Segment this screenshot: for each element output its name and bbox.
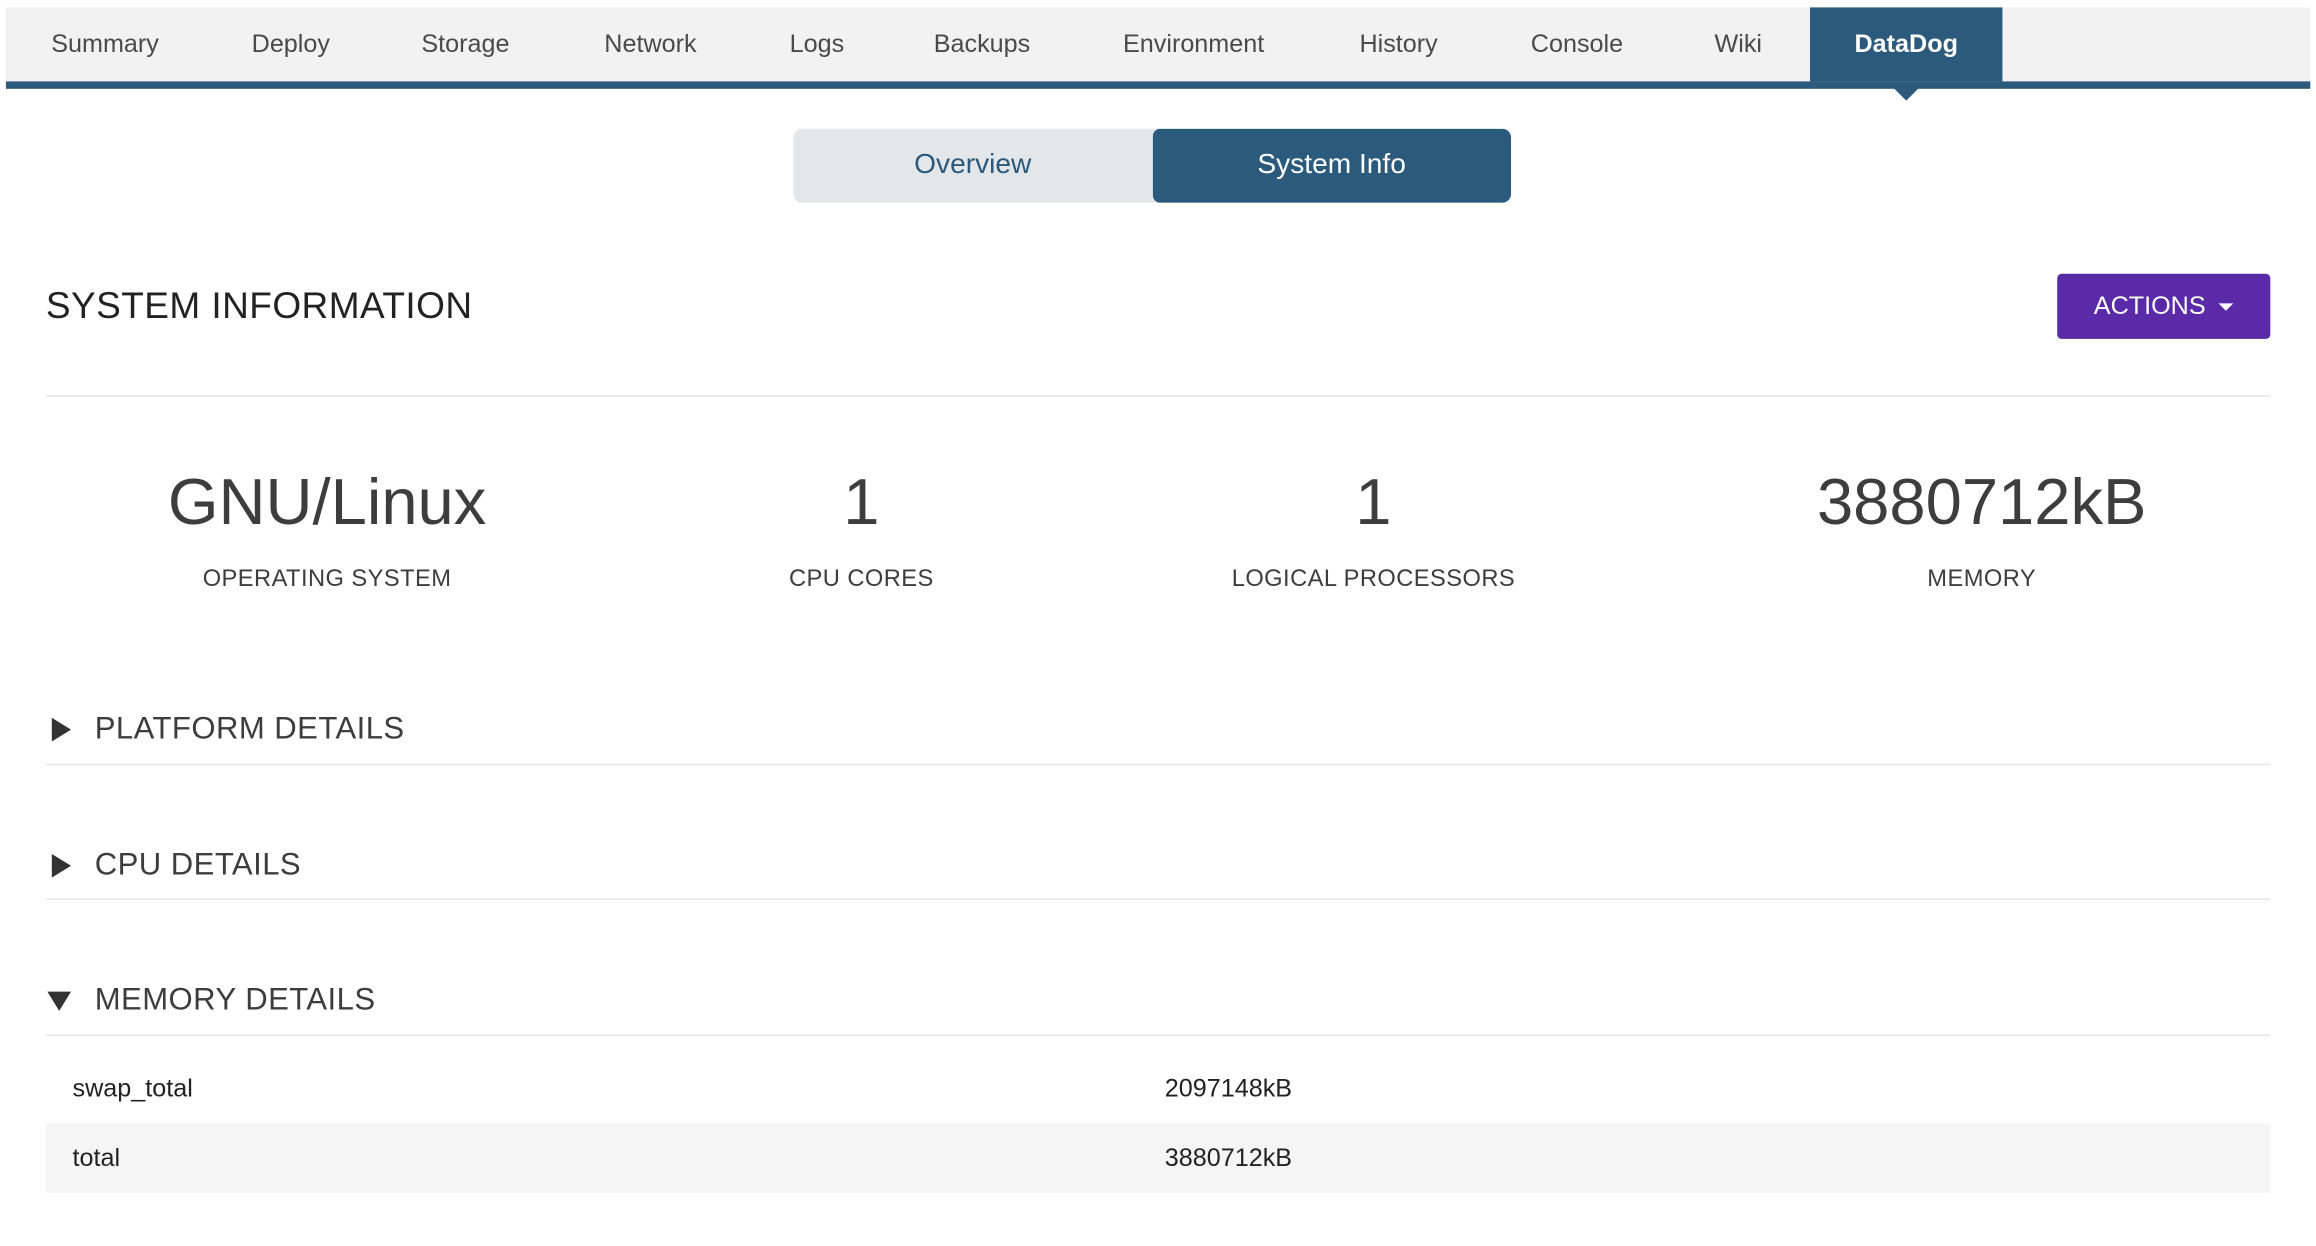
section-memory-details[interactable]: MEMORY DETAILS <box>46 971 2270 1030</box>
memory-details-table: swap_total 2097148kB total 3880712kB <box>45 1054 2271 1193</box>
stat-memory: 3880712kB MEMORY <box>1817 463 2147 593</box>
row-value: 3880712kB <box>1164 1143 1293 1172</box>
stat-label: MEMORY <box>1927 566 2037 592</box>
section-cpu-details[interactable]: CPU DETAILS <box>46 836 2270 895</box>
top-tab-bar: Summary Deploy Storage Network Logs Back… <box>5 7 2311 101</box>
tab-datadog[interactable]: DataDog <box>1810 7 2003 101</box>
stat-value: GNU/Linux <box>167 466 487 539</box>
tab-backups[interactable]: Backups <box>887 7 1078 81</box>
page-title: SYSTEM INFORMATION <box>45 285 473 328</box>
tab-history[interactable]: History <box>1310 7 1488 81</box>
divider <box>45 395 2271 397</box>
tab-environment[interactable]: Environment <box>1077 7 1309 81</box>
page: Summary Deploy Storage Network Logs Back… <box>0 0 2316 1246</box>
divider <box>45 898 2271 900</box>
stat-value: 1 <box>843 466 880 539</box>
row-key: swap_total <box>72 1073 193 1102</box>
stat-cpu-cores: 1 CPU CORES <box>789 463 934 593</box>
caret-down-icon <box>2218 302 2234 311</box>
stat-label: LOGICAL PROCESSORS <box>1231 566 1516 592</box>
section-title: CPU DETAILS <box>94 848 302 883</box>
triangle-right-icon <box>46 852 73 879</box>
stat-operating-system: GNU/Linux OPERATING SYSTEM <box>168 463 486 593</box>
stat-logical-processors: 1 LOGICAL PROCESSORS <box>1232 463 1515 593</box>
section-title: MEMORY DETAILS <box>94 982 376 1017</box>
section-platform-details[interactable]: PLATFORM DETAILS <box>46 700 2270 759</box>
stat-value: 1 <box>1355 466 1392 539</box>
table-row: swap_total 2097148kB <box>46 1054 2270 1124</box>
actions-button-label: ACTIONS <box>2093 291 2206 320</box>
tab-deploy[interactable]: Deploy <box>204 7 377 81</box>
view-switcher: Overview System Info <box>793 128 1512 203</box>
triangle-right-icon <box>46 716 73 743</box>
divider <box>45 763 2271 766</box>
stat-label: OPERATING SYSTEM <box>202 566 452 592</box>
stat-value: 3880712kB <box>1816 466 2147 539</box>
tab-storage[interactable]: Storage <box>377 7 553 81</box>
triangle-down-icon <box>46 987 73 1014</box>
stat-label: CPU CORES <box>788 566 934 592</box>
divider <box>45 1034 2271 1036</box>
row-value: 2097148kB <box>1164 1073 1293 1102</box>
subtab-system-info[interactable]: System Info <box>1152 128 1512 203</box>
tab-logs[interactable]: Logs <box>747 7 886 81</box>
tab-summary[interactable]: Summary <box>6 7 204 81</box>
tab-console[interactable]: Console <box>1487 7 1666 81</box>
tab-network[interactable]: Network <box>554 7 748 81</box>
actions-button[interactable]: ACTIONS <box>2057 273 2271 339</box>
tab-wiki[interactable]: Wiki <box>1666 7 1810 81</box>
table-row: total 3880712kB <box>45 1123 2271 1193</box>
subtab-overview[interactable]: Overview <box>793 129 1152 203</box>
section-title: PLATFORM DETAILS <box>94 711 405 746</box>
row-key: total <box>72 1143 121 1172</box>
